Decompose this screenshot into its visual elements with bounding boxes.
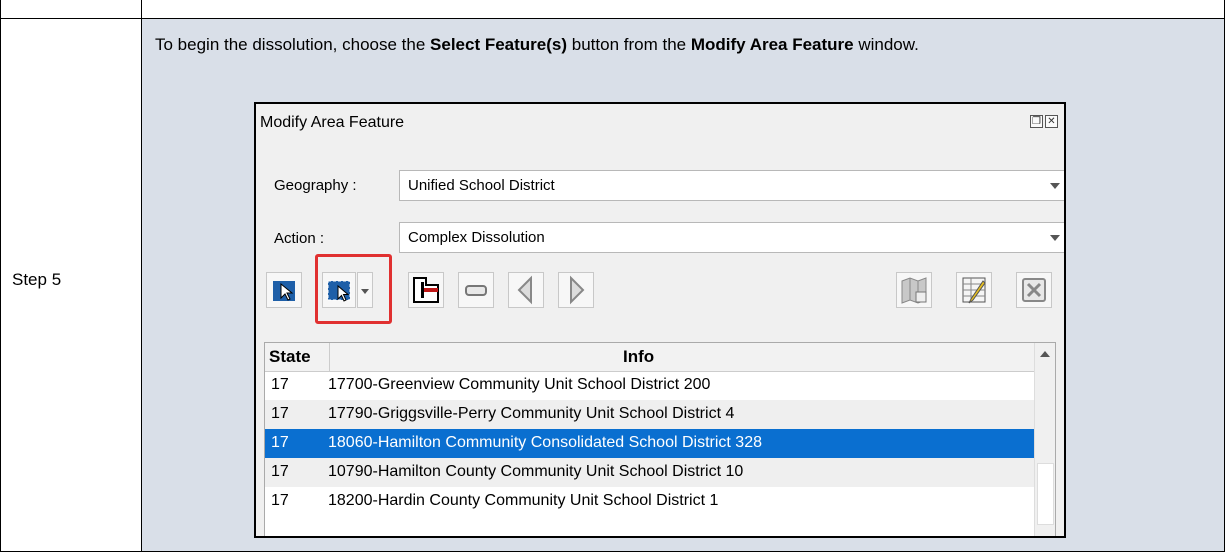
table-row[interactable]: 17 17790-Griggsville-Perry Community Unit…	[265, 400, 1035, 429]
cell-info: 18200-Hardin County Community Unit Schoo…	[328, 492, 719, 509]
next-button[interactable]	[558, 272, 594, 308]
geography-select[interactable]: Unified School District	[399, 170, 1064, 201]
cell-info: 17790-Griggsville-Perry Community Unit S…	[328, 405, 735, 422]
geography-label: Geography :	[274, 177, 357, 194]
remove-button[interactable]	[458, 272, 494, 308]
chevron-down-icon	[1050, 183, 1060, 189]
table-row[interactable]: 17 18060-Hamilton Community Consolidated …	[265, 429, 1035, 458]
next-icon	[570, 275, 585, 305]
features-table[interactable]: State Info 17 17700-Greenview Community U…	[264, 342, 1056, 536]
close-icon[interactable]: ✕	[1045, 115, 1058, 128]
minus-icon	[465, 285, 487, 296]
previous-row-remainder	[0, 0, 1225, 18]
highlight-box	[315, 254, 392, 324]
action-select[interactable]: Complex Dissolution	[399, 222, 1064, 253]
window-title: Modify Area Feature	[260, 114, 405, 131]
cell-state: 17	[271, 376, 289, 393]
select-cursor-button[interactable]	[266, 272, 302, 308]
modify-area-feature-emphasis: Modify Area Feature	[690, 35, 854, 54]
modify-area-feature-window: Modify Area Feature ❐ ✕ Geography : Unif…	[254, 102, 1066, 538]
chevron-down-icon	[1050, 235, 1060, 241]
previous-button[interactable]	[508, 272, 544, 308]
geography-value: Unified School District	[408, 177, 555, 194]
vertical-scrollbar[interactable]	[1034, 343, 1055, 536]
scroll-up-icon[interactable]	[1040, 351, 1050, 357]
table-row[interactable]: 17 10790-Hamilton County Community Unit S…	[265, 458, 1035, 487]
cell-state: 17	[271, 463, 289, 480]
cell-info: 18060-Hamilton Community Consolidated Sc…	[328, 434, 762, 451]
cell-info: 17700-Greenview Community Unit School Di…	[328, 376, 711, 393]
cell-info: 10790-Hamilton County Community Unit Sch…	[328, 463, 744, 480]
cell-state: 17	[271, 434, 289, 451]
map-button[interactable]	[896, 272, 932, 308]
action-value: Complex Dissolution	[408, 229, 545, 246]
edit-table-button[interactable]	[956, 272, 992, 308]
clear-button[interactable]	[1016, 272, 1052, 308]
step-label: Step 5	[12, 270, 62, 289]
action-label: Action :	[274, 230, 325, 247]
cell-state: 17	[271, 492, 289, 509]
restore-icon[interactable]: ❐	[1030, 115, 1043, 128]
table-row[interactable]: 17 17700-Greenview Community Unit School …	[265, 371, 1035, 400]
scrollbar-thumb[interactable]	[1037, 463, 1054, 525]
column-header-state[interactable]: State	[269, 347, 311, 367]
cell-state: 17	[271, 405, 289, 422]
map-icon	[901, 277, 927, 304]
table-row[interactable]: 17 18200-Hardin County Community Unit Sch…	[265, 487, 1035, 516]
previous-icon	[517, 275, 532, 305]
select-cursor-icon	[273, 281, 295, 301]
clear-icon	[1022, 278, 1046, 302]
table-header: State Info	[265, 343, 1035, 372]
instruction-text: To begin the dissolution, choose the Sel…	[155, 35, 919, 54]
split-feature-button[interactable]	[408, 272, 444, 308]
edit-table-icon	[962, 277, 986, 304]
select-features-emphasis: Select Feature(s)	[430, 35, 568, 54]
column-header-info[interactable]: Info	[623, 347, 654, 367]
split-feature-icon	[413, 277, 439, 303]
